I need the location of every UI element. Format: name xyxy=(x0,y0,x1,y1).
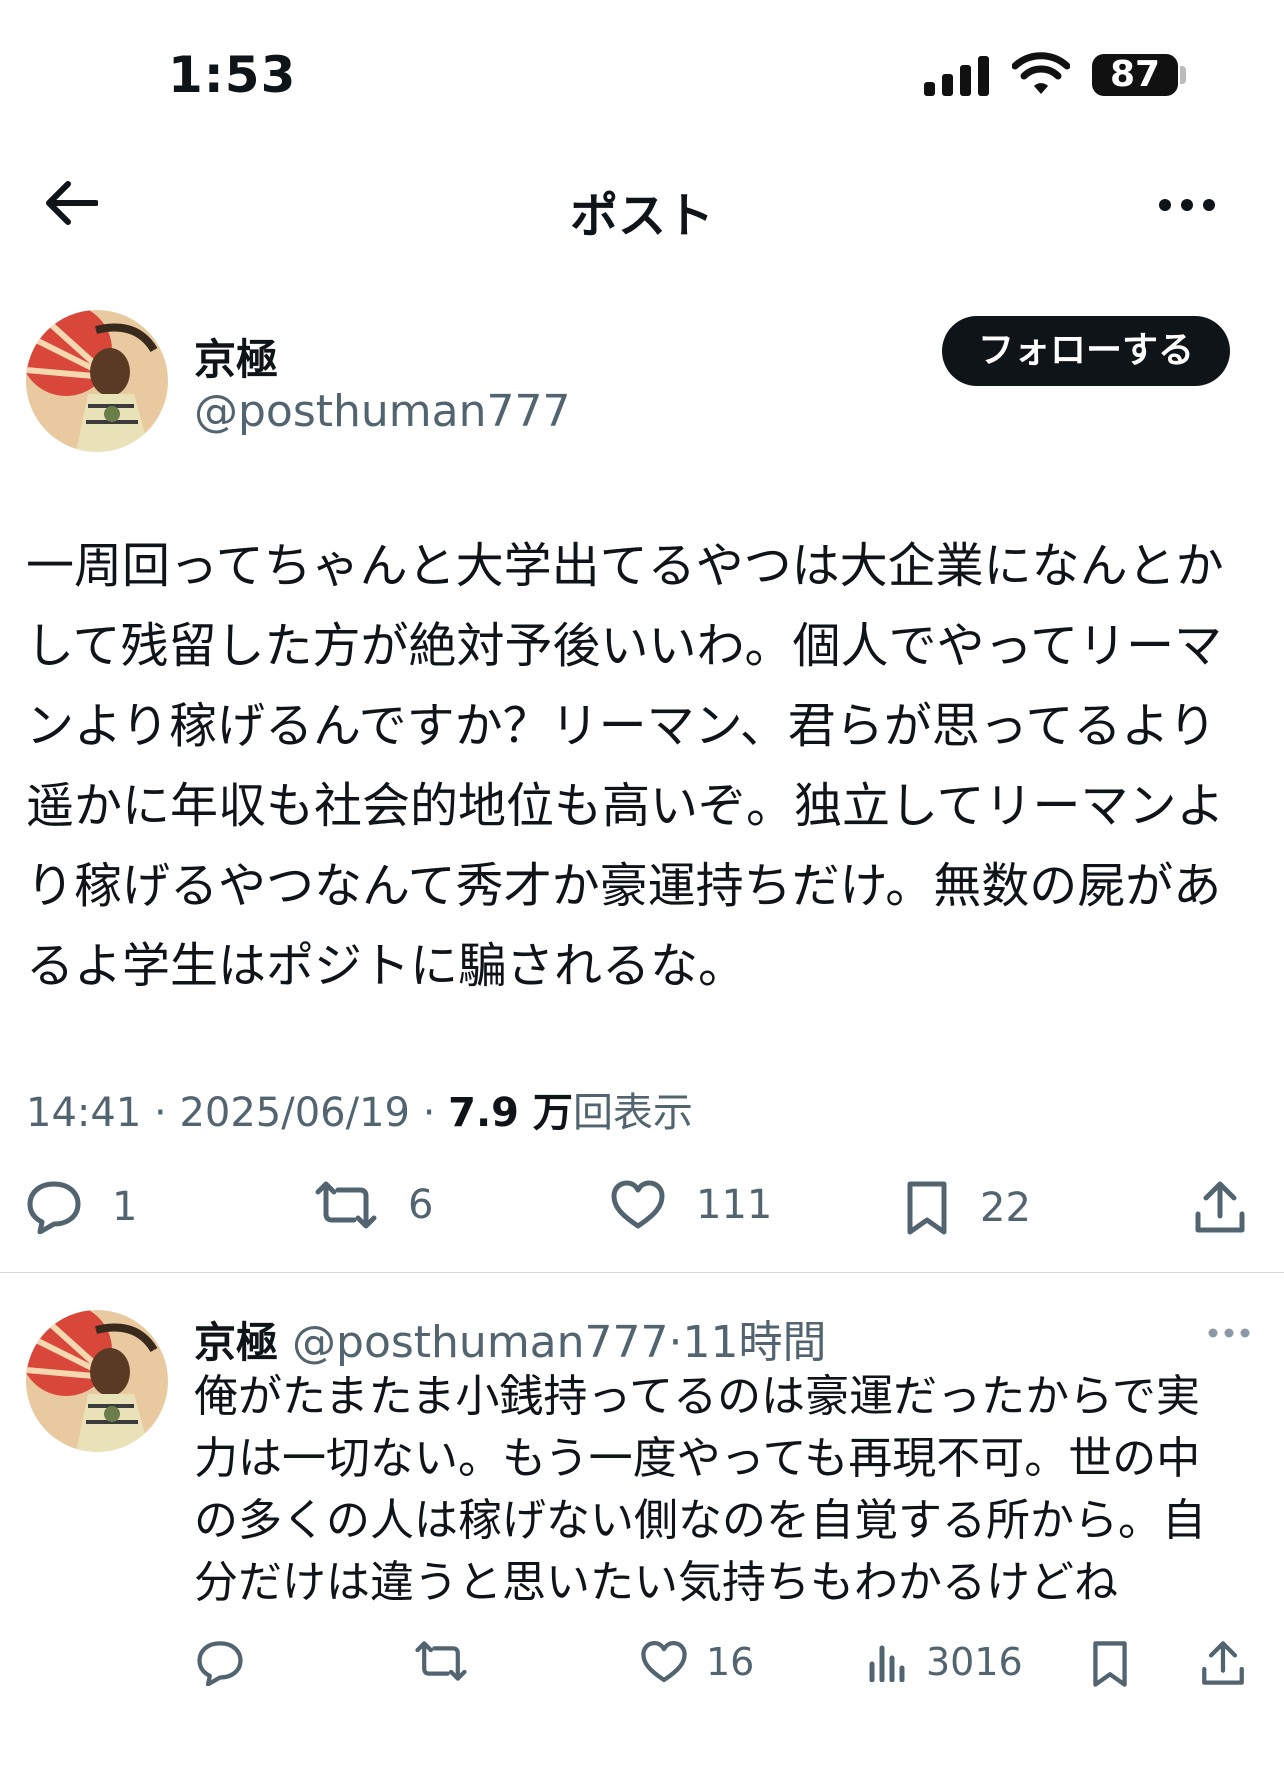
reply-icon xyxy=(197,1641,243,1686)
bookmark-icon xyxy=(1093,1641,1127,1687)
author-name[interactable]: 京極 xyxy=(194,326,278,387)
reply-like-button[interactable]: 16 xyxy=(640,1640,754,1684)
repost-icon xyxy=(315,1181,377,1229)
author-handle[interactable]: @posthuman777 xyxy=(194,386,571,437)
page-title: ポスト xyxy=(569,188,714,244)
like-button[interactable]: 111 xyxy=(610,1180,772,1230)
reply-reply-button[interactable] xyxy=(196,1640,262,1686)
reply-like-count: 16 xyxy=(706,1640,755,1684)
battery-indicator: 87 xyxy=(1092,54,1178,96)
more-horizontal-icon[interactable] xyxy=(1158,198,1216,212)
views-count: 7.9 万 xyxy=(448,1090,573,1136)
meta-separator: · xyxy=(154,1090,167,1136)
cellular-signal-icon xyxy=(924,56,989,96)
reply-repost-button[interactable] xyxy=(414,1640,486,1682)
views-icon xyxy=(869,1645,905,1682)
reply-bookmark-button[interactable] xyxy=(1090,1640,1148,1688)
post-meta: 14:41 · 2025/06/19 · 7.9 万回表示 xyxy=(26,1080,693,1138)
share-button[interactable] xyxy=(1194,1180,1276,1234)
share-icon xyxy=(1202,1641,1244,1685)
views-label: 回表示 xyxy=(572,1090,693,1136)
like-count: 111 xyxy=(696,1182,773,1228)
reply-time: 11時間 xyxy=(682,1317,827,1368)
repost-button[interactable]: 6 xyxy=(314,1180,433,1230)
battery-nub xyxy=(1180,66,1186,84)
post-text: 一周回ってちゃんと大学出てるやつは大企業になんとかして残留した方が絶対予後いいわ… xyxy=(26,538,1225,994)
reply-view-count: 3016 xyxy=(926,1640,1023,1684)
bookmark-count: 22 xyxy=(980,1185,1031,1231)
reply-author-handle[interactable]: @posthuman777 xyxy=(292,1317,669,1368)
post-date: 2025/06/19 xyxy=(179,1090,410,1136)
divider xyxy=(0,1272,1284,1273)
reply-text: 俺がたまたま小銭持ってるのは豪運だったからで実力は一切ない。もう一度やっても再現… xyxy=(194,1371,1206,1608)
reply-header: 京極 @posthuman777·11時間 xyxy=(194,1306,827,1370)
meta-separator: · xyxy=(422,1090,436,1136)
reply-author-name[interactable]: 京極 xyxy=(194,1318,278,1367)
reply-more-icon[interactable] xyxy=(1208,1328,1250,1338)
avatar[interactable] xyxy=(26,310,168,452)
reply-icon xyxy=(27,1181,81,1234)
reply-count: 1 xyxy=(112,1184,138,1230)
heart-icon xyxy=(611,1180,665,1229)
reply-views-button[interactable]: 3016 xyxy=(868,1640,1023,1684)
bookmark-icon xyxy=(907,1181,947,1235)
post-time: 14:41 xyxy=(26,1090,142,1136)
share-icon xyxy=(1195,1181,1245,1233)
status-time: 1:53 xyxy=(168,46,297,104)
bookmark-button[interactable]: 22 xyxy=(904,1180,1031,1236)
follow-button[interactable]: フォローする xyxy=(942,316,1230,386)
reply-button[interactable]: 1 xyxy=(26,1180,137,1234)
wifi-icon xyxy=(1012,52,1070,94)
heart-icon xyxy=(641,1641,687,1683)
meta-separator: · xyxy=(668,1317,683,1368)
reply-avatar[interactable] xyxy=(26,1310,168,1452)
repost-icon xyxy=(415,1641,467,1681)
repost-count: 6 xyxy=(408,1182,434,1228)
reply-share-button[interactable] xyxy=(1200,1640,1264,1686)
